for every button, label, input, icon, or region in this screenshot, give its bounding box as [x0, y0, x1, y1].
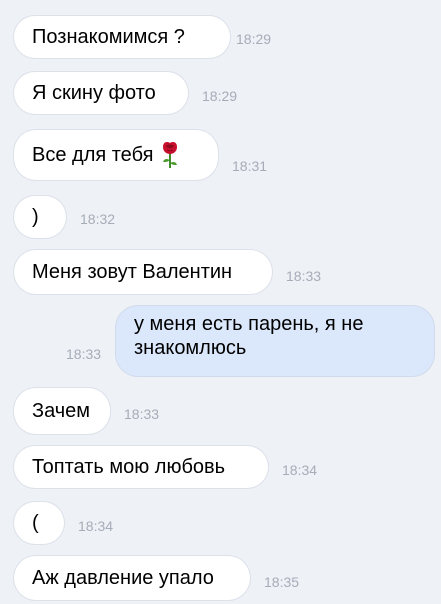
message-time: 18:33 [66, 346, 102, 362]
message-time: 18:31 [232, 158, 268, 174]
message-text: у меня есть парень, я не знакомлюсь [134, 313, 364, 359]
message-time: 18:33 [286, 268, 322, 284]
message-text: Я скину фото [32, 82, 156, 104]
message-time: 18:33 [124, 406, 160, 422]
message-bubble-incoming[interactable]: Аж давление упало [14, 556, 250, 600]
message-text: Познакомимся ? [32, 26, 185, 48]
rose-icon [161, 141, 179, 169]
message-bubble-incoming[interactable]: Топтать мою любовь [14, 446, 268, 488]
message-bubble-incoming[interactable]: Зачем [14, 388, 110, 434]
message-bubble-incoming[interactable]: Я скину фото [14, 72, 188, 114]
message-bubble-outgoing[interactable]: у меня есть парень, я не знакомлюсь [116, 306, 434, 376]
chat-history[interactable]: Познакомимся ? 18:29 Я скину фото 18:29 … [0, 0, 441, 604]
message-text: Аж давление упало [32, 567, 214, 589]
message-text: Все для тебя [32, 144, 154, 166]
message-bubble-incoming[interactable]: Меня зовут Валентин [14, 250, 272, 294]
message-text: ) [32, 206, 39, 228]
message-time: 18:32 [80, 211, 116, 227]
message-time: 18:29 [236, 31, 272, 47]
message-text: Топтать мою любовь [32, 456, 226, 478]
message-bubble-incoming[interactable]: ) [14, 196, 66, 238]
message-text: ( [32, 512, 39, 534]
message-time: 18:34 [78, 518, 114, 534]
message-time: 18:34 [282, 462, 318, 478]
message-time: 18:35 [264, 574, 300, 590]
message-bubble-incoming[interactable]: ( [14, 502, 64, 544]
message-time: 18:29 [202, 88, 238, 104]
message-bubble-incoming[interactable]: Все для тебя [14, 130, 218, 180]
message-text: Зачем [32, 400, 91, 422]
message-bubble-incoming[interactable]: Познакомимся ? [14, 16, 230, 58]
message-text: Меня зовут Валентин [32, 261, 233, 283]
